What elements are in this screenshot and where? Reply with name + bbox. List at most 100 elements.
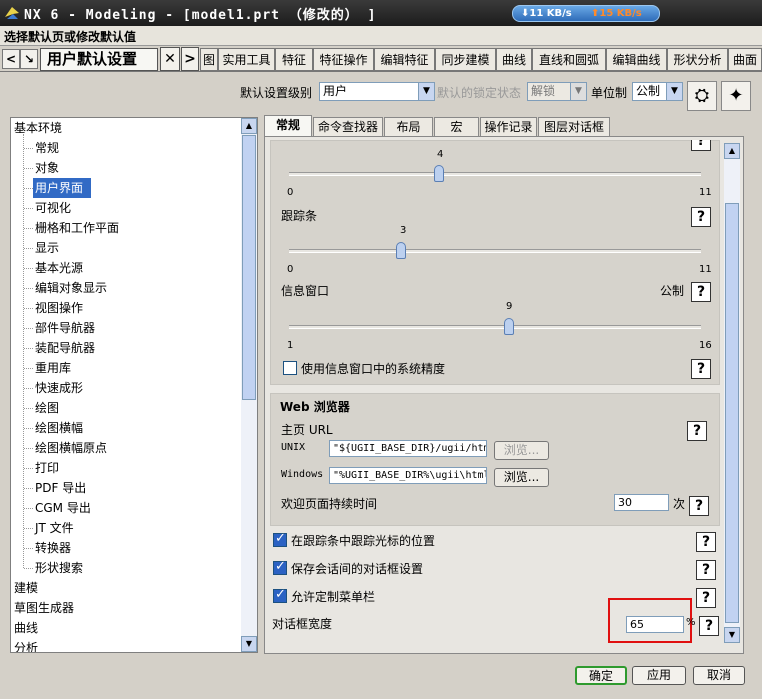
tab-edit-features[interactable]: 编辑特征 [374, 48, 435, 71]
scroll-up-icon[interactable]: ▲ [724, 143, 740, 159]
tree-item[interactable]: 转换器 [33, 538, 71, 558]
close-tab-icon[interactable]: ✕ [160, 47, 180, 71]
info-window-slider-track [289, 325, 701, 329]
tab-drawing[interactable]: 图 [200, 48, 218, 71]
tab-lines-arcs[interactable]: 直线和圆弧 [532, 48, 606, 71]
tree-item[interactable]: 栅格和工作平面 [33, 218, 119, 238]
dialog-width-field[interactable]: 65 [626, 616, 684, 633]
chevron-down-icon: ▼ [666, 83, 682, 100]
binoculars-icon[interactable]: ⛭ [687, 81, 717, 111]
slider-track [289, 172, 701, 176]
tree-item[interactable]: 绘图横幅 [33, 418, 83, 438]
tab-features[interactable]: 特征 [275, 48, 313, 71]
panel-scrollbar[interactable]: ▲ ▼ [724, 143, 740, 643]
save-dialog-settings-checkbox[interactable] [273, 559, 287, 575]
tree-item[interactable]: 对象 [33, 158, 59, 178]
system-precision-checkbox[interactable] [283, 361, 297, 375]
windows-url-field[interactable]: "%UGII_BASE_DIR%\ugii\html [329, 467, 487, 484]
slider-thumb[interactable] [433, 165, 444, 182]
tab-curves[interactable]: 曲线 [496, 48, 532, 71]
help-button[interactable]: ? [689, 496, 709, 516]
tree-item[interactable]: PDF 导出 [33, 478, 86, 498]
tab-general[interactable]: 常规 [264, 115, 312, 137]
upload-speed: ⬆15 KB/s [591, 8, 642, 19]
tab-scroll-right-button[interactable]: > [181, 47, 199, 71]
help-button[interactable]: ? [696, 560, 716, 580]
help-button[interactable]: ? [696, 588, 716, 608]
web-browser-group: Web 浏览器 主页 URL ? UNIX "${UGII_BASE_DIR}/… [270, 393, 720, 526]
tree-item[interactable]: CGM 导出 [33, 498, 91, 518]
panel-scroll-thumb[interactable] [725, 203, 739, 623]
tab-pin-button[interactable]: ↘ [20, 49, 38, 69]
tree-item[interactable]: 曲线 [14, 618, 38, 638]
tree-item[interactable]: 分析 [14, 638, 38, 652]
welcome-duration-field[interactable]: 30 [614, 494, 669, 511]
track-cursor-checkbox[interactable] [273, 531, 287, 547]
tree-item[interactable]: 绘图 [33, 398, 59, 418]
help-button[interactable]: ? [699, 616, 719, 636]
tab-layout[interactable]: 布局 [384, 117, 433, 136]
tree-item[interactable]: 常规 [33, 138, 59, 158]
help-button[interactable]: ? [696, 532, 716, 552]
dialog-header: 选择默认页或修改默认值 [0, 26, 762, 46]
tree-item[interactable]: 部件导航器 [33, 318, 95, 338]
tab-macro[interactable]: 宏 [434, 117, 479, 136]
help-button[interactable]: ? [691, 282, 711, 302]
tree-item[interactable]: 可视化 [33, 198, 71, 218]
tab-operation-record[interactable]: 操作记录 [480, 117, 537, 136]
unit-system-select[interactable]: 公制 ▼ [632, 82, 683, 101]
tree-item[interactable]: JT 文件 [33, 518, 74, 538]
tree-item[interactable]: 装配导航器 [33, 338, 95, 358]
tracker-slider-thumb[interactable] [396, 242, 407, 259]
tree-item[interactable]: 用户界面 [33, 178, 92, 198]
tree-item[interactable]: 绘图横幅原点 [33, 438, 107, 458]
help-button[interactable]: ? [691, 207, 711, 227]
tab-shape-analysis[interactable]: 形状分析 [667, 48, 728, 71]
wizard-hat-icon[interactable]: ✦ [721, 81, 751, 111]
ok-button[interactable]: 确定 [575, 666, 627, 685]
tree-item[interactable]: 重用库 [33, 358, 71, 378]
apply-button[interactable]: 应用 [632, 666, 686, 685]
tree-item[interactable]: 建模 [14, 578, 38, 598]
tab-synchronous-modeling[interactable]: 同步建模 [435, 48, 496, 71]
tree-connector [23, 134, 24, 568]
tree-scrollbar[interactable]: ▲ ▼ [241, 118, 257, 652]
custom-menubar-checkbox[interactable] [273, 587, 287, 603]
tree-scroll-thumb[interactable] [242, 135, 256, 400]
tab-utility-tools[interactable]: 实用工具 [218, 48, 275, 71]
tree-item[interactable]: 基本环境 [14, 118, 62, 138]
tree-item[interactable]: 编辑对象显示 [33, 278, 107, 298]
slider-value: 4 [437, 149, 444, 160]
tab-edit-curves[interactable]: 编辑曲线 [606, 48, 667, 71]
tree-item[interactable]: 快速成形 [33, 378, 83, 398]
help-button[interactable]: ? [691, 359, 711, 379]
tree-item[interactable]: 形状搜索 [33, 558, 83, 578]
help-button[interactable]: ? [687, 421, 707, 441]
tab-layer-dialog[interactable]: 图层对话框 [538, 117, 610, 136]
tree-item[interactable]: 草图生成器 [14, 598, 74, 618]
tab-user-defaults[interactable]: 用户默认设置 [40, 48, 158, 71]
info-window-slider-thumb[interactable] [503, 318, 514, 335]
windows-browse-button[interactable]: 浏览... [494, 468, 549, 487]
tree-item[interactable]: 显示 [33, 238, 59, 258]
tree-connector [24, 388, 33, 389]
unix-browse-button[interactable]: 浏览... [494, 441, 549, 460]
help-button[interactable]: ? [691, 140, 711, 151]
tree-connector [24, 228, 33, 229]
tree-item[interactable]: 基本光源 [33, 258, 83, 278]
tab-surfaces[interactable]: 曲面 [728, 48, 762, 71]
tree-item[interactable]: 打印 [33, 458, 59, 478]
defaults-level-select[interactable]: 用户 ▼ [319, 82, 435, 101]
tab-command-finder[interactable]: 命令查找器 [313, 117, 383, 136]
tab-feature-operations[interactable]: 特征操作 [313, 48, 374, 71]
welcome-duration-label: 欢迎页面持续时间 [281, 497, 378, 511]
cancel-button[interactable]: 取消 [693, 666, 745, 685]
scroll-down-icon[interactable]: ▼ [724, 627, 740, 643]
scroll-down-icon[interactable]: ▼ [241, 636, 257, 652]
tab-scroll-left-button[interactable]: < [2, 49, 20, 69]
tracker-min-label: 0 [287, 264, 294, 275]
tree-item[interactable]: 视图操作 [33, 298, 83, 318]
scroll-up-icon[interactable]: ▲ [241, 118, 257, 134]
unix-url-field[interactable]: "${UGII_BASE_DIR}/ugii/htm [329, 440, 487, 457]
welcome-duration-unit: 次 [673, 497, 686, 511]
